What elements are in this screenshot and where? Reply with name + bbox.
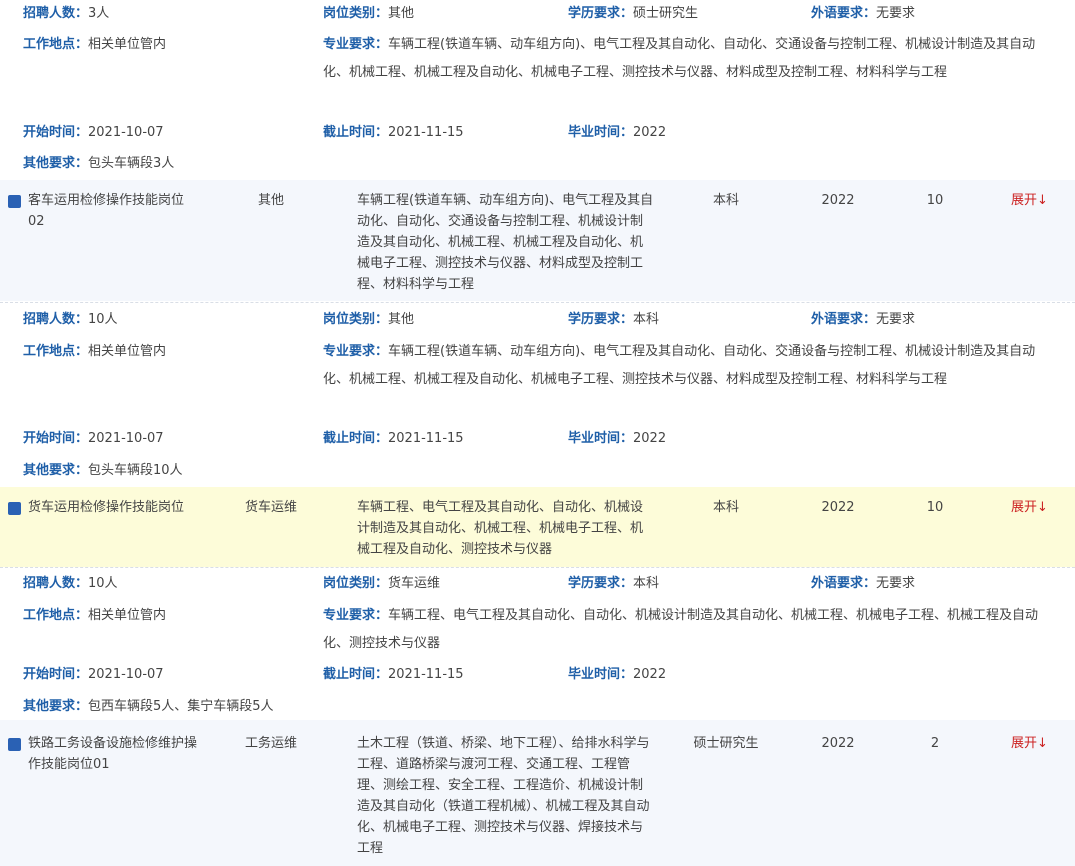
job-category: 其他 — [257, 193, 284, 208]
job-graduation-year: 2022 — [821, 500, 855, 515]
end-date-field: 截止时间：2021-11-15 — [323, 125, 464, 140]
job-row: 货车运用检修操作技能岗位 货车运维 车辆工程、电气工程及其自动化、自动化、机械设… — [0, 487, 1075, 567]
job-detail-panel: 招聘人数：10人 岗位类别：货车运维 学历要求：本科 外语要求：无要求 工作地点… — [0, 568, 1075, 720]
bullet-square-icon — [8, 738, 21, 751]
graduation-field: 毕业时间：2022 — [568, 667, 667, 682]
job-education: 本科 — [712, 500, 739, 515]
job-graduation-year: 2022 — [821, 736, 855, 751]
job-education: 硕士研究生 — [693, 736, 759, 751]
recruit-count-field: 招聘人数：3人 — [23, 6, 110, 21]
job-detail-panel: 招聘人数：10人 岗位类别：其他 学历要求：本科 外语要求：无要求 工作地点：相… — [0, 303, 1075, 487]
education-field: 学历要求：本科 — [568, 576, 660, 591]
end-date-field: 截止时间：2021-11-15 — [323, 431, 464, 446]
job-graduation-year: 2022 — [821, 193, 855, 208]
start-date-field: 开始时间：2021-10-07 — [23, 431, 164, 446]
job-name: 铁路工务设备设施检修维护操作技能岗位01 — [28, 736, 198, 772]
other-requirements-field: 其他要求：包西车辆段5人、集宁车辆段5人 — [23, 699, 274, 714]
job-category: 货车运维 — [244, 500, 297, 515]
job-row: 铁路工务设备设施检修维护操作技能岗位01 工务运维 土木工程（铁道、桥梁、地下工… — [0, 720, 1075, 866]
job-category-field: 岗位类别：其他 — [323, 6, 415, 21]
graduation-field: 毕业时间：2022 — [568, 431, 667, 446]
recruit-count-field: 招聘人数：10人 — [23, 576, 118, 591]
major-field: 专业要求：车辆工程(铁道车辆、动车组方向)、电气工程及其自动化、自动化、交通设备… — [323, 37, 1036, 80]
language-field: 外语要求：无要求 — [811, 312, 916, 327]
location-field: 工作地点：相关单位管内 — [23, 37, 167, 52]
bullet-square-icon — [8, 502, 21, 515]
job-major: 车辆工程、电气工程及其自动化、自动化、机械设计制造及其自动化、机械工程、机械电子… — [357, 500, 644, 557]
other-requirements-field: 其他要求：包头车辆段3人 — [23, 156, 175, 171]
expand-link[interactable]: 展开↓ — [1011, 190, 1048, 211]
job-education: 本科 — [712, 193, 739, 208]
education-field: 学历要求：本科 — [568, 312, 660, 327]
job-recruit-count: 10 — [926, 500, 944, 515]
major-field: 专业要求：车辆工程、电气工程及其自动化、自动化、机械设计制造及其自动化、机械工程… — [323, 608, 1039, 651]
job-recruit-count: 2 — [930, 736, 940, 751]
job-detail-panel: 招聘人数：3人 岗位类别：其他 学历要求：硕士研究生 外语要求：无要求 工作地点… — [0, 0, 1075, 180]
job-category-field: 岗位类别：货车运维 — [323, 576, 441, 591]
location-field: 工作地点：相关单位管内 — [23, 344, 167, 359]
expand-link[interactable]: 展开↓ — [1011, 497, 1048, 518]
job-category: 工务运维 — [244, 736, 297, 751]
graduation-field: 毕业时间：2022 — [568, 125, 667, 140]
job-name: 客车运用检修操作技能岗位02 — [28, 193, 185, 229]
language-field: 外语要求：无要求 — [811, 576, 916, 591]
recruit-count-field: 招聘人数：10人 — [23, 312, 118, 327]
bullet-square-icon — [8, 195, 21, 208]
start-date-field: 开始时间：2021-10-07 — [23, 667, 164, 682]
language-field: 外语要求：无要求 — [811, 6, 916, 21]
education-field: 学历要求：硕士研究生 — [568, 6, 699, 21]
location-field: 工作地点：相关单位管内 — [23, 608, 167, 623]
job-name: 货车运用检修操作技能岗位 — [28, 500, 185, 515]
other-requirements-field: 其他要求：包头车辆段10人 — [23, 463, 183, 478]
job-row: 客车运用检修操作技能岗位02 其他 车辆工程(铁道车辆、动车组方向)、电气工程及… — [0, 180, 1075, 301]
expand-link[interactable]: 展开↓ — [1011, 733, 1048, 754]
job-major: 车辆工程(铁道车辆、动车组方向)、电气工程及其自动化、自动化、交通设备与控制工程… — [357, 193, 654, 292]
major-field: 专业要求：车辆工程(铁道车辆、动车组方向)、电气工程及其自动化、自动化、交通设备… — [323, 344, 1036, 387]
start-date-field: 开始时间：2021-10-07 — [23, 125, 164, 140]
job-category-field: 岗位类别：其他 — [323, 312, 415, 327]
end-date-field: 截止时间：2021-11-15 — [323, 667, 464, 682]
job-major: 土木工程（铁道、桥梁、地下工程）、给排水科学与工程、道路桥梁与渡河工程、交通工程… — [357, 736, 650, 856]
job-recruit-count: 10 — [926, 193, 944, 208]
